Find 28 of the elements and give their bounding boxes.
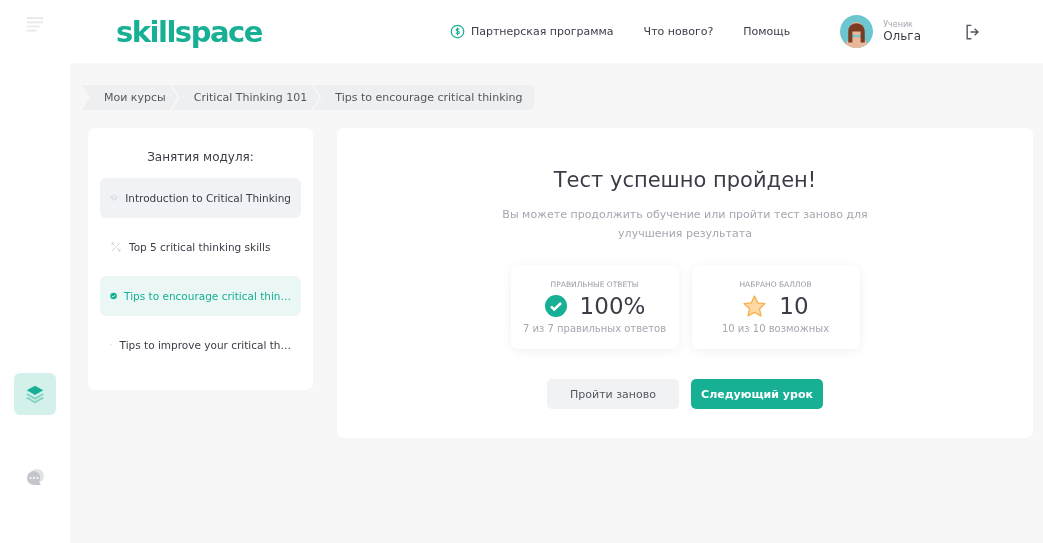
star-icon	[742, 293, 768, 319]
breadcrumb-link[interactable]: Мои курсы	[82, 85, 178, 110]
courses-button[interactable]	[14, 373, 56, 415]
check-circle-icon	[110, 290, 118, 302]
stat-value: 100%	[579, 293, 646, 320]
lesson-item[interactable]: Introduction to Critical Thinking	[100, 178, 301, 218]
tools-icon	[110, 241, 122, 253]
retry-button[interactable]: Пройти заново	[547, 379, 679, 410]
result-subtitle: Вы можете продолжить обучение или пройти тест заново для улучшения результата	[501, 207, 869, 242]
lesson-item[interactable]: Tips to improve your critical th…	[100, 325, 301, 365]
stat-note: 10 из 10 возможных	[721, 323, 830, 335]
menu-icon[interactable]	[25, 14, 45, 34]
user-name: Ольга	[883, 29, 921, 43]
stat-value: 10	[779, 293, 809, 320]
nav-link[interactable]: Что нового?	[643, 25, 714, 38]
breadcrumb-link[interactable]: Tips to encourage critical thinking	[313, 85, 535, 110]
avatar[interactable]	[840, 15, 874, 48]
check-circle-icon	[543, 294, 568, 319]
dollar-icon	[449, 24, 465, 39]
nav-link[interactable]: Партнерская программа	[449, 24, 614, 39]
module-title: Занятия модуля:	[146, 150, 255, 164]
layers-icon	[24, 383, 46, 405]
breadcrumb-link[interactable]: Critical Thinking 101	[171, 85, 320, 110]
user-role: Ученик	[883, 20, 914, 29]
lesson-item[interactable]: Top 5 critical thinking skills	[100, 227, 301, 267]
stat-note: 7 из 7 правильных ответов	[522, 323, 667, 335]
nav-link[interactable]: Помощь	[743, 25, 791, 38]
result-title: Тест успешно пройден!	[553, 168, 817, 192]
